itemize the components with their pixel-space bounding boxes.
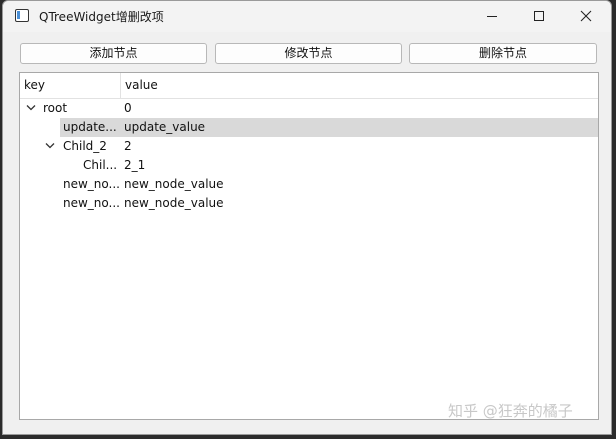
delete-node-button[interactable]: 删除节点 bbox=[409, 43, 597, 64]
chevron-down-icon[interactable] bbox=[26, 104, 36, 112]
tree-row-key: update... bbox=[63, 120, 117, 134]
watermark: 知乎 @狂奔的橘子 bbox=[448, 402, 573, 420]
title-bar[interactable]: QTreeWidget增删改项 bbox=[3, 1, 611, 32]
maximize-button[interactable] bbox=[516, 1, 562, 32]
tree-row-value: 2 bbox=[124, 139, 132, 153]
main-window: QTreeWidget增删改项 添加节点 修改节点 删除节点 key value bbox=[2, 0, 612, 435]
tree-row-value: 0 bbox=[124, 101, 132, 115]
chevron-down-icon[interactable] bbox=[45, 142, 55, 150]
close-icon bbox=[580, 10, 592, 22]
tree-row-value: update_value bbox=[124, 120, 206, 134]
close-button[interactable] bbox=[563, 1, 609, 32]
edit-node-button[interactable]: 修改节点 bbox=[215, 43, 402, 64]
tree-row-key: root bbox=[43, 101, 68, 115]
tree-row-root[interactable]: root 0 bbox=[20, 99, 598, 118]
tree-row-key: new_no... bbox=[63, 196, 120, 210]
tree-row-update[interactable]: update... update_value bbox=[20, 118, 598, 137]
add-node-button[interactable]: 添加节点 bbox=[20, 43, 207, 64]
header-value[interactable]: value bbox=[125, 78, 158, 92]
tree-row-key: Chil... bbox=[83, 158, 118, 172]
tree-row-new-node[interactable]: new_no... new_node_value bbox=[20, 194, 598, 213]
tree-row-value: new_node_value bbox=[124, 177, 224, 191]
tree-row-key: Child_2 bbox=[63, 139, 107, 153]
tree-row-value: new_node_value bbox=[124, 196, 224, 210]
minimize-icon bbox=[487, 16, 497, 17]
header-divider[interactable] bbox=[120, 73, 121, 98]
tree-row-key: new_no... bbox=[63, 177, 120, 191]
window-title: QTreeWidget增删改项 bbox=[39, 10, 164, 24]
tree-row-child-2-1[interactable]: Chil... 2_1 bbox=[20, 156, 598, 175]
tree-row-new-node[interactable]: new_no... new_node_value bbox=[20, 175, 598, 194]
tree-row-child-2[interactable]: Child_2 2 bbox=[20, 137, 598, 156]
tree-row-value: 2_1 bbox=[124, 158, 146, 172]
tree-header: key value bbox=[20, 73, 598, 99]
tree-widget[interactable]: key value root 0 update... update_value … bbox=[19, 72, 599, 420]
minimize-button[interactable] bbox=[469, 1, 515, 32]
header-key[interactable]: key bbox=[24, 78, 45, 92]
app-window-icon bbox=[15, 9, 29, 22]
maximize-icon bbox=[534, 11, 544, 21]
